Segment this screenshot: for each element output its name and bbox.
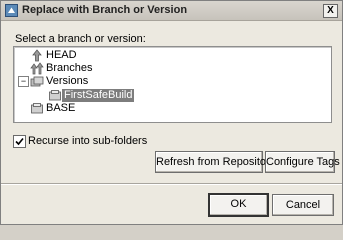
checkmark-icon [15,137,24,146]
branches-icon [30,62,44,75]
tree-item-label: HEAD [46,49,77,61]
configure-tags-button[interactable]: Configure Tags [265,151,340,173]
select-prompt: Select a branch or version: [15,33,146,45]
version-tag-icon [49,90,61,101]
version-tree[interactable]: HEAD Branches − Versions FirstSafeBuild … [13,46,332,123]
close-button[interactable]: X [323,4,338,18]
divider [1,183,342,185]
tree-item-label: Versions [46,75,89,87]
window-title: Replace with Branch or Version [22,4,188,16]
base-icon [31,103,43,114]
recurse-checkbox[interactable] [13,135,26,148]
title-bar[interactable]: Replace with Branch or Version X [1,1,342,21]
refresh-from-repository-button[interactable]: Refresh from Repository [155,151,275,173]
cancel-button[interactable]: Cancel [272,194,334,216]
collapse-toggle[interactable]: − [18,76,29,87]
tree-item-label: BASE [46,102,76,114]
versions-icon [30,76,44,87]
tree-item-label-selected: FirstSafeBuild [62,89,135,102]
tree-item-label: Branches [46,62,93,74]
window-icon [5,4,18,17]
recurse-label: Recurse into sub-folders [28,135,148,147]
head-icon [32,49,42,62]
ok-button[interactable]: OK [208,193,269,217]
replace-dialog: Replace with Branch or Version X Select … [0,0,343,225]
